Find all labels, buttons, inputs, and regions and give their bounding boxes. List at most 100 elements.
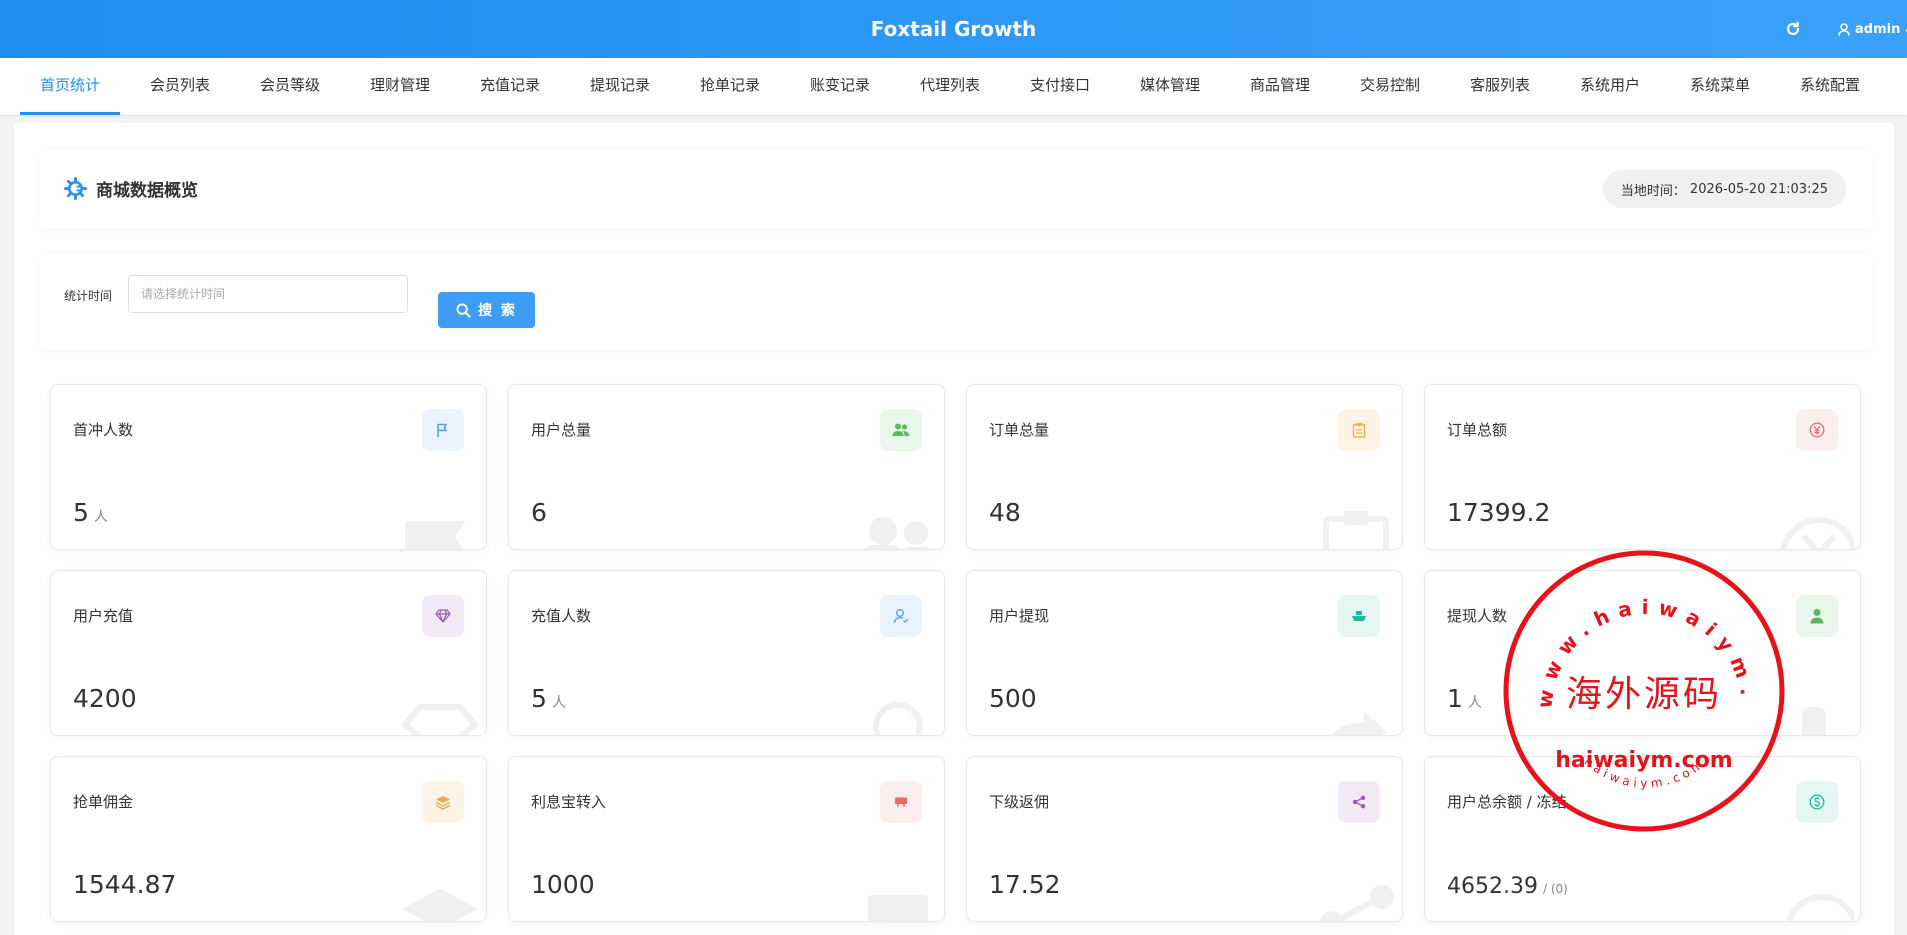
stat-card-total-balance: 用户总余额 / 冻结 4652.39 / (0) bbox=[1424, 756, 1861, 922]
tab-products[interactable]: 商品管理 bbox=[1230, 58, 1330, 115]
stat-value: 17399.2 bbox=[1447, 498, 1550, 527]
stat-value: 17.52 bbox=[989, 870, 1061, 899]
stat-number: 500 bbox=[989, 684, 1037, 713]
search-icon bbox=[456, 302, 471, 318]
stat-label: 利息宝转入 bbox=[531, 793, 607, 811]
user-watermark-icon bbox=[873, 702, 923, 735]
tab-member-levels[interactable]: 会员等级 bbox=[240, 58, 340, 115]
refresh-icon[interactable] bbox=[1782, 18, 1804, 40]
tab-payment[interactable]: 支付接口 bbox=[1010, 58, 1110, 115]
ship-icon bbox=[1338, 595, 1380, 637]
tab-members[interactable]: 会员列表 bbox=[130, 58, 230, 115]
user-menu[interactable]: admin bbox=[1838, 18, 1907, 40]
stat-label: 用户总量 bbox=[531, 421, 592, 439]
stat-card-interest-deposit: 利息宝转入 1000 bbox=[508, 756, 945, 922]
stat-time-label: 统计时间 bbox=[64, 289, 113, 303]
diamond-icon bbox=[422, 595, 464, 637]
layers-watermark-icon bbox=[402, 889, 478, 921]
stat-unit: 人 bbox=[93, 509, 108, 525]
stat-number: 17.52 bbox=[989, 870, 1061, 899]
stat-card-order-commission: 抢单佣金 1544.87 bbox=[50, 756, 487, 922]
diamond-watermark-icon bbox=[400, 704, 480, 735]
share-watermark-icon bbox=[1320, 885, 1394, 921]
overview-title-text: 商城数据概览 bbox=[96, 181, 198, 201]
tab-trade-control[interactable]: 交易控制 bbox=[1340, 58, 1440, 115]
tab-finance[interactable]: 理财管理 bbox=[350, 58, 450, 115]
stat-value: 1544.87 bbox=[73, 870, 176, 899]
stat-number: 5 bbox=[531, 684, 547, 713]
tab-orders[interactable]: 抢单记录 bbox=[680, 58, 780, 115]
tab-system-config[interactable]: 系统配置 bbox=[1780, 58, 1880, 115]
stat-value: 48 bbox=[989, 498, 1021, 527]
layers-icon bbox=[422, 781, 464, 823]
stat-value: 1人 bbox=[1447, 684, 1482, 713]
stat-number: 1 bbox=[1447, 684, 1463, 713]
clipboard-icon bbox=[1338, 409, 1380, 451]
sign-watermark-icon bbox=[868, 895, 928, 921]
stat-label: 订单总额 bbox=[1447, 421, 1508, 439]
stat-number: 4200 bbox=[73, 684, 137, 713]
stat-number: 4652.39 bbox=[1447, 874, 1538, 899]
overview-header: 商城数据概览 当地时间： 2026-05-20 21:03:25 bbox=[40, 150, 1872, 228]
tab-recharge[interactable]: 充值记录 bbox=[460, 58, 560, 115]
overview-title: 商城数据概览 bbox=[64, 176, 198, 201]
users-icon bbox=[880, 409, 922, 451]
dollar-watermark-icon bbox=[1786, 894, 1854, 921]
stat-card-user-recharge: 用户充值 4200 bbox=[50, 570, 487, 736]
local-time: 当地时间： 2026-05-20 21:03:25 bbox=[1602, 170, 1846, 208]
user-outline-icon bbox=[880, 595, 922, 637]
clipboard-watermark-icon bbox=[1323, 511, 1389, 549]
stat-label: 充值人数 bbox=[531, 607, 592, 625]
stat-label: 下级返佣 bbox=[989, 793, 1050, 811]
sign-icon bbox=[880, 781, 922, 823]
stat-value: 6 bbox=[531, 498, 547, 527]
stat-value: 5人 bbox=[531, 684, 566, 713]
dollar-icon bbox=[1796, 781, 1838, 823]
stat-label: 用户充值 bbox=[73, 607, 134, 625]
tab-media[interactable]: 媒体管理 bbox=[1120, 58, 1220, 115]
filter-card: 统计时间 搜 索 bbox=[40, 254, 1872, 350]
user-watermark-icon bbox=[1802, 707, 1826, 735]
share-icon bbox=[1338, 781, 1380, 823]
stat-unit: / (0) bbox=[1542, 882, 1568, 896]
stat-card-order-amount: 订单总额 17399.2 bbox=[1424, 384, 1861, 550]
gear-icon bbox=[64, 177, 87, 200]
stat-value: 500 bbox=[989, 684, 1037, 713]
local-time-label: 当地时间： bbox=[1620, 183, 1686, 199]
stat-value: 4200 bbox=[73, 684, 137, 713]
search-button[interactable]: 搜 索 bbox=[438, 292, 535, 328]
yen-watermark-icon bbox=[1780, 517, 1854, 549]
tab-system-users[interactable]: 系统用户 bbox=[1560, 58, 1660, 115]
share-arrow-watermark-icon bbox=[1331, 711, 1386, 735]
stat-number: 1544.87 bbox=[73, 870, 177, 899]
tab-agents[interactable]: 代理列表 bbox=[900, 58, 1000, 115]
stat-label: 用户提现 bbox=[989, 607, 1050, 625]
stat-label: 订单总量 bbox=[989, 421, 1050, 439]
stat-card-user-withdraw: 用户提现 500 bbox=[966, 570, 1403, 736]
top-bar: Foxtail Growth admin bbox=[0, 0, 1907, 58]
stat-unit: 人 bbox=[1467, 695, 1482, 711]
stat-card-recharge-users: 充值人数 5人 bbox=[508, 570, 945, 736]
app-title: Foxtail Growth bbox=[870, 17, 1037, 41]
stat-label: 抢单佣金 bbox=[73, 793, 134, 811]
stat-label: 用户总余额 / 冻结 bbox=[1447, 793, 1567, 811]
stat-card-subordinate-rebate: 下级返佣 17.52 bbox=[966, 756, 1403, 922]
users-watermark-icon bbox=[866, 517, 931, 549]
stat-label: 首冲人数 bbox=[73, 421, 134, 439]
stat-unit: 人 bbox=[551, 695, 566, 711]
nav-tabs: 首页统计 会员列表 会员等级 理财管理 充值记录 提现记录 抢单记录 账变记录 … bbox=[0, 58, 1907, 115]
stat-card-total-users: 用户总量 6 bbox=[508, 384, 945, 550]
tab-system-menu[interactable]: 系统菜单 bbox=[1670, 58, 1770, 115]
stat-time-input[interactable] bbox=[128, 275, 408, 313]
tab-withdraw[interactable]: 提现记录 bbox=[570, 58, 670, 115]
tab-account-changes[interactable]: 账变记录 bbox=[790, 58, 890, 115]
tab-dashboard[interactable]: 首页统计 bbox=[20, 58, 120, 115]
tab-support[interactable]: 客服列表 bbox=[1450, 58, 1550, 115]
search-button-label: 搜 索 bbox=[478, 303, 517, 319]
stat-value: 4652.39 / (0) bbox=[1447, 874, 1568, 899]
flag-watermark-icon bbox=[405, 521, 465, 549]
flag-icon bbox=[422, 409, 464, 451]
stat-number: 5 bbox=[73, 498, 89, 527]
yen-icon bbox=[1796, 409, 1838, 451]
username: admin bbox=[1855, 21, 1901, 37]
